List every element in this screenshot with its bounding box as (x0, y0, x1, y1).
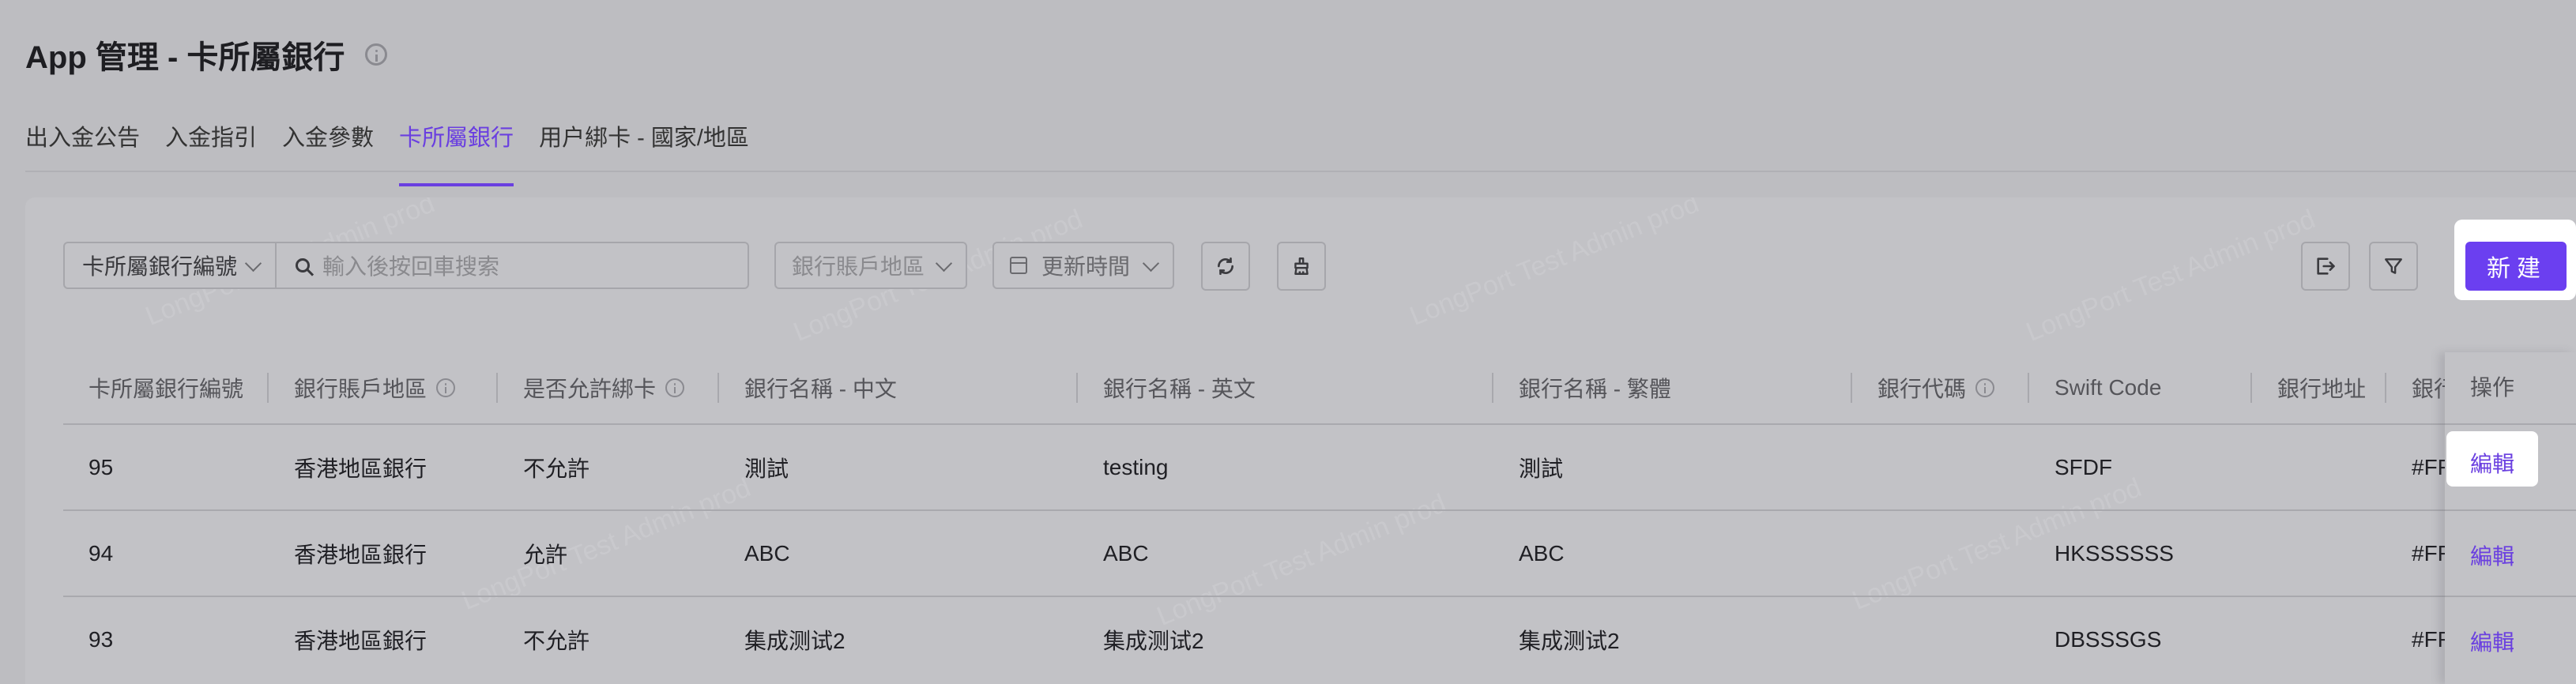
column-header-swift-code[interactable]: Swift Code (2029, 352, 2252, 424)
table-header-row: 卡所屬銀行編號 銀行賬戶地區 是否允許綁卡 銀行名稱 - 中文 銀行名稱 - 英… (63, 352, 2544, 424)
chevron-down-icon (244, 254, 262, 272)
search-placeholder: 輸入後按回車搜索 (322, 254, 500, 279)
search-field-select-value: 卡所屬銀行編號 (82, 254, 238, 279)
column-header-name-tc[interactable]: 銀行名稱 - 繁體 (1493, 352, 1852, 424)
update-time-filter[interactable]: 更新時間 (992, 242, 1174, 289)
operations-cell: 編輯 (2445, 423, 2576, 509)
cell-allow: 允許 (498, 509, 719, 596)
cell-code (1852, 509, 2029, 596)
tab-bar: 出入金公告 入金指引 入金參數 卡所屬銀行 用户綁卡 - 國家/地區 (25, 118, 749, 186)
cell-region: 香港地區銀行 (269, 596, 498, 682)
column-header-bank-code[interactable]: 銀行代碼 (1852, 352, 2029, 424)
watermark: LongPort Test Admin prod (1405, 197, 1704, 332)
search-field-select[interactable]: 卡所屬銀行編號 (63, 242, 277, 289)
cell-id: 94 (63, 509, 269, 596)
clear-filter-button[interactable] (1277, 242, 1326, 291)
search-icon (296, 258, 310, 272)
edit-link[interactable]: 編輯 (2470, 539, 2514, 571)
cell-address (2252, 509, 2386, 596)
search-input[interactable]: 輸入後按回車搜索 (275, 242, 749, 289)
cell-name-en: 集成测试2 (1078, 596, 1493, 682)
chevron-down-icon (1142, 254, 1160, 272)
page-title-text: App 管理 - 卡所屬銀行 (25, 40, 345, 75)
cell-address (2252, 423, 2386, 510)
cell-name-en: testing (1078, 423, 1493, 510)
content-card: LongPort Test Admin prod LongPort Test A… (25, 197, 2576, 684)
cell-name-en: ABC (1078, 509, 1493, 596)
region-filter-select[interactable]: 銀行賬戶地區 (774, 242, 967, 289)
cell-allow: 不允許 (498, 596, 719, 682)
cell-swift: HKSSSSSS (2029, 509, 2252, 596)
tab-card-binding-country[interactable]: 用户綁卡 - 國家/地區 (539, 118, 749, 172)
cell-region: 香港地區銀行 (269, 423, 498, 510)
refresh-button[interactable] (1201, 242, 1250, 291)
cell-name-tc: 集成测试2 (1493, 596, 1852, 682)
tab-deposit-withdraw-notice[interactable]: 出入金公告 (25, 118, 140, 172)
cell-id: 95 (63, 423, 269, 510)
create-button[interactable]: 新建 (2465, 242, 2567, 291)
column-header-allow-binding[interactable]: 是否允許綁卡 (498, 352, 719, 424)
broom-icon (1294, 257, 1309, 275)
region-filter-placeholder: 銀行賬戶地區 (792, 254, 925, 279)
cell-name-cn: ABC (719, 509, 1078, 596)
column-header-name-cn[interactable]: 銀行名稱 - 中文 (719, 352, 1078, 424)
info-icon[interactable] (365, 43, 388, 66)
tab-deposit-guide[interactable]: 入金指引 (165, 118, 257, 172)
table-row: 93 香港地區銀行 不允許 集成测试2 集成测试2 集成测试2 DBSSSGS … (63, 596, 2544, 682)
cell-name-tc: 測試 (1493, 423, 1852, 510)
update-time-label: 更新時間 (1041, 254, 1131, 279)
tab-card-bank[interactable]: 卡所屬銀行 (399, 118, 514, 186)
column-header-address[interactable]: 銀行地址 (2252, 352, 2386, 424)
export-icon (2317, 257, 2335, 275)
filter-icon (2385, 258, 2402, 274)
cell-address (2252, 596, 2386, 682)
column-header-region[interactable]: 銀行賬戶地區 (269, 352, 498, 424)
watermark: LongPort Test Admin prod (2021, 204, 2320, 348)
calendar-icon (1010, 257, 1027, 274)
cell-swift: SFDF (2029, 423, 2252, 510)
filter-button[interactable] (2369, 242, 2418, 291)
cell-swift: DBSSSGS (2029, 596, 2252, 682)
page-title: App 管理 - 卡所屬銀行 (25, 32, 388, 77)
operations-cell: 編輯 (2445, 596, 2576, 682)
cell-name-cn: 測試 (719, 423, 1078, 510)
tab-deposit-params[interactable]: 入金參數 (282, 118, 374, 172)
operations-cell: 編輯 (2445, 509, 2576, 596)
cell-id: 93 (63, 596, 269, 682)
edit-link[interactable]: 編輯 (2470, 447, 2514, 479)
cell-name-cn: 集成测试2 (719, 596, 1078, 682)
refresh-icon (1218, 257, 1233, 276)
table-row: 94 香港地區銀行 允許 ABC ABC ABC HKSSSSSS #FF (63, 509, 2544, 596)
column-header-id[interactable]: 卡所屬銀行編號 (63, 352, 269, 424)
cell-code (1852, 423, 2029, 510)
table-row: 95 香港地區銀行 不允許 測試 testing 測試 SFDF #FF (63, 423, 2544, 510)
edit-link[interactable]: 編輯 (2470, 626, 2514, 657)
cell-name-tc: ABC (1493, 509, 1852, 596)
column-header-name-en[interactable]: 銀行名稱 - 英文 (1078, 352, 1493, 424)
export-button[interactable] (2301, 242, 2350, 291)
chevron-down-icon (935, 254, 953, 272)
cell-allow: 不允許 (498, 423, 719, 510)
tabs-divider (25, 171, 2576, 172)
cell-code (1852, 596, 2029, 682)
cell-region: 香港地區銀行 (269, 509, 498, 596)
column-header-operations: 操作 (2470, 375, 2515, 400)
operations-column: 操作 編輯 編輯 編輯 (2445, 352, 2576, 684)
info-icon[interactable] (1975, 378, 1995, 397)
info-icon[interactable] (665, 378, 685, 397)
bank-table: 卡所屬銀行編號 銀行賬戶地區 是否允許綁卡 銀行名稱 - 中文 銀行名稱 - 英… (63, 352, 2544, 682)
info-icon[interactable] (436, 378, 456, 397)
